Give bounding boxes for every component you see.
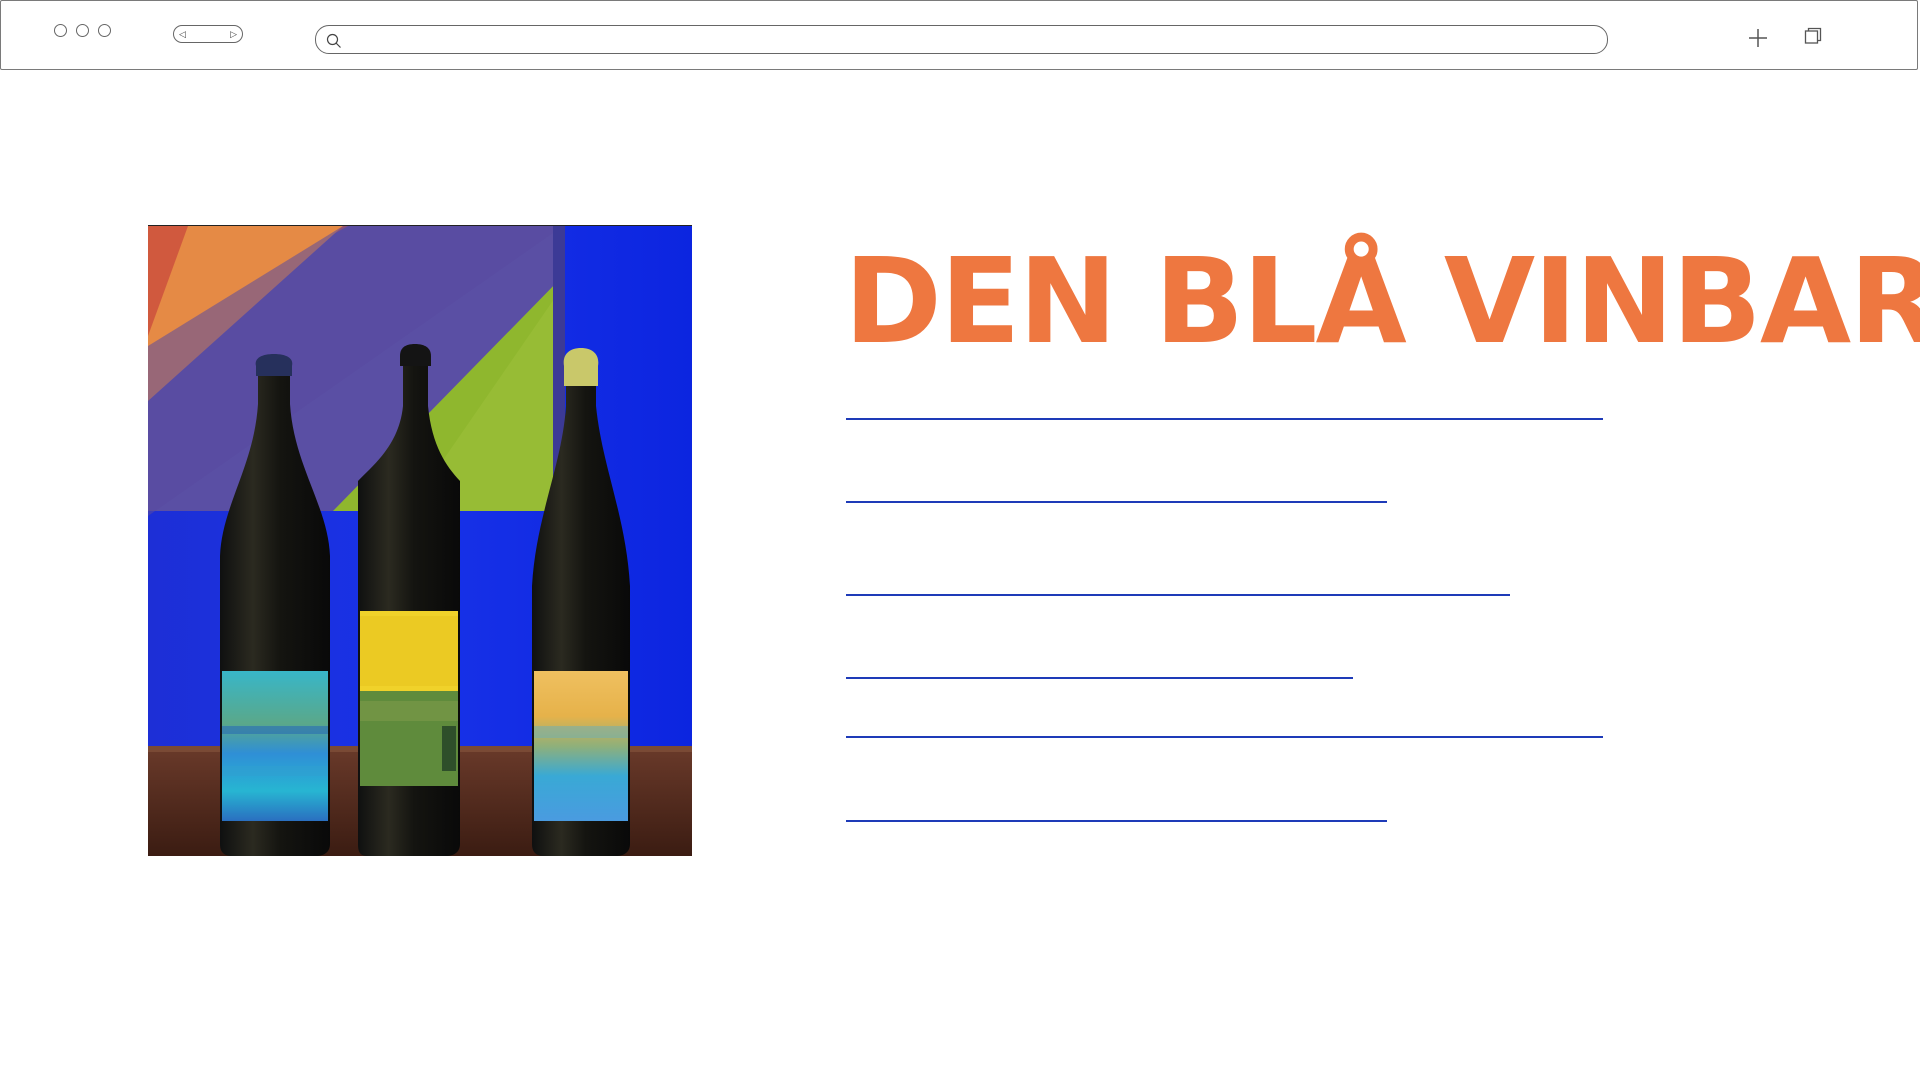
address-input[interactable] — [346, 30, 1590, 52]
window-controls — [54, 24, 111, 37]
wine-bottles-image — [148, 225, 692, 856]
page-title: DEN BLÅ VINBAR — [844, 232, 1920, 370]
history-navigation: ◁ ▷ — [173, 25, 243, 43]
minimize-window-button[interactable] — [76, 24, 89, 37]
search-icon — [326, 33, 341, 48]
tabs-icon[interactable] — [1804, 27, 1822, 45]
maximize-window-button[interactable] — [98, 24, 111, 37]
nav-link-4[interactable] — [846, 677, 1353, 679]
nav-link-1[interactable] — [846, 418, 1603, 420]
nav-link-2[interactable] — [846, 501, 1387, 503]
nav-link-3[interactable] — [846, 594, 1510, 596]
plus-icon[interactable] — [1747, 27, 1769, 49]
forward-arrow-icon[interactable]: ▷ — [230, 29, 237, 39]
nav-link-5[interactable] — [846, 736, 1603, 738]
browser-toolbar: ◁ ▷ — [0, 0, 1918, 70]
nav-link-6[interactable] — [846, 820, 1387, 822]
back-arrow-icon[interactable]: ◁ — [179, 29, 186, 39]
address-bar[interactable] — [315, 25, 1608, 54]
close-window-button[interactable] — [54, 24, 67, 37]
wine-bottles-illustration — [148, 226, 692, 856]
